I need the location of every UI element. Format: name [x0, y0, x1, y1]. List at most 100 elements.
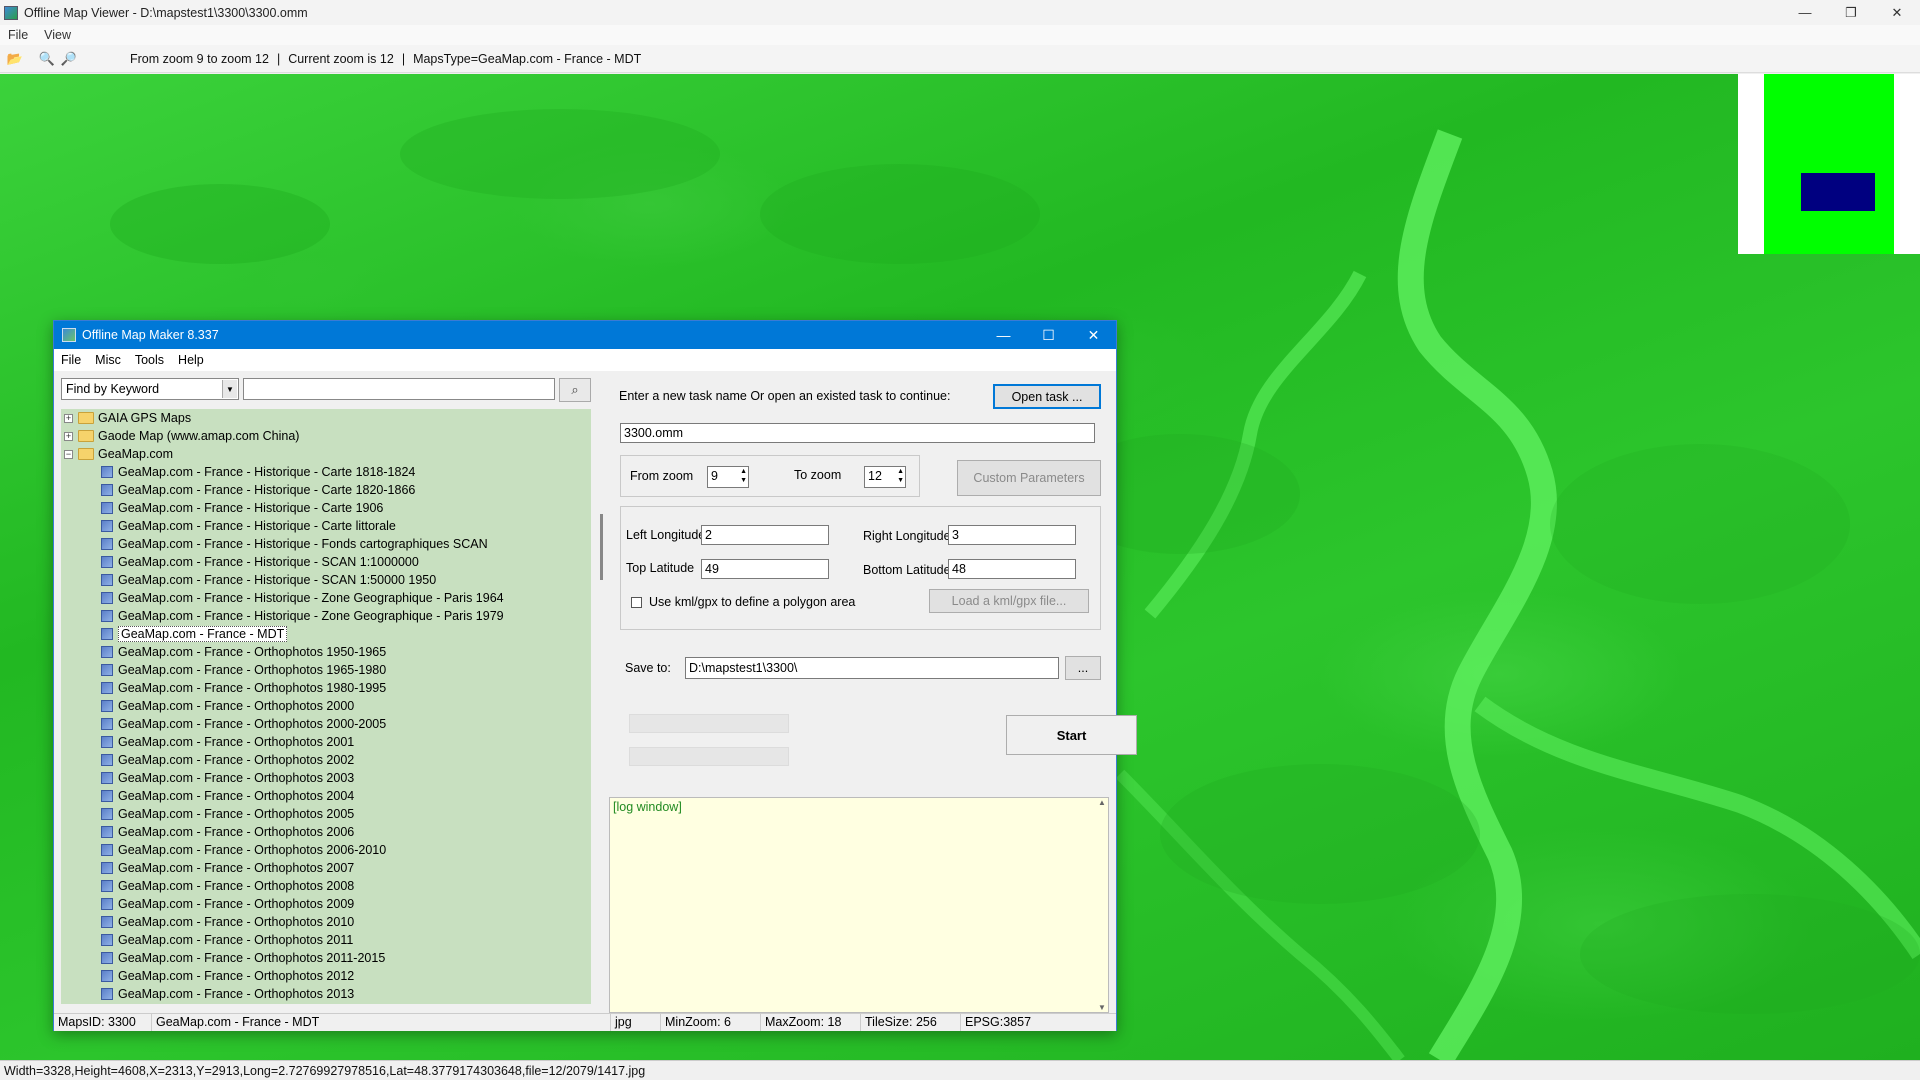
task-name-field[interactable] — [620, 423, 1095, 443]
tree-scrollbar[interactable] — [597, 409, 605, 1004]
spinner-arrows-icon[interactable]: ▲ ▼ — [897, 467, 904, 485]
expander-icon[interactable]: + — [64, 413, 73, 423]
map-icon — [101, 520, 113, 532]
scrollbar-thumb[interactable] — [600, 514, 603, 580]
zoom-out-icon[interactable]: 🔍 — [36, 48, 58, 70]
log-scrollbar[interactable]: ▲ ▼ — [1096, 798, 1108, 1012]
menu-view[interactable]: View — [36, 28, 79, 42]
from-zoom-spinner[interactable]: 9 ▲ ▼ — [707, 466, 749, 488]
tree-item[interactable]: GeaMap.com - France - Orthophotos 2014 — [61, 1003, 591, 1004]
tree-item[interactable]: GeaMap.com - France - Historique - Carte… — [61, 517, 591, 535]
tree-item[interactable]: GeaMap.com - France - Orthophotos 1965-1… — [61, 661, 591, 679]
folder-icon — [78, 412, 94, 424]
search-input[interactable] — [243, 378, 555, 400]
tree-item[interactable]: GeaMap.com - France - Orthophotos 2003 — [61, 769, 591, 787]
minimap-viewport[interactable] — [1801, 173, 1875, 211]
to-zoom-spinner[interactable]: 12 ▲ ▼ — [864, 466, 906, 488]
polygon-checkbox[interactable] — [631, 597, 642, 608]
maximize-icon[interactable]: ☐ — [1026, 321, 1071, 349]
expander-icon[interactable]: + — [64, 431, 73, 441]
tree-folder[interactable]: + Gaode Map (www.amap.com China) — [61, 427, 591, 445]
search-mode-select[interactable]: Find by Keyword ▼ — [61, 378, 239, 400]
map-icon — [101, 718, 113, 730]
save-path-field[interactable] — [685, 657, 1059, 679]
map-icon — [101, 628, 113, 640]
close-icon[interactable]: ✕ — [1874, 0, 1920, 25]
tree-item[interactable]: GeaMap.com - France - Historique - Carte… — [61, 481, 591, 499]
tree-item-label: GeaMap.com - France - Orthophotos 2010 — [118, 915, 355, 929]
right-longitude-label: Right Longitude — [863, 529, 951, 543]
tree-item-label: GeaMap.com - France - Orthophotos 2009 — [118, 897, 355, 911]
tree-item[interactable]: GeaMap.com - France - Orthophotos 2011 — [61, 931, 591, 949]
tree-item-label: GeaMap.com - France - Orthophotos 2012 — [118, 969, 355, 983]
tree-item[interactable]: GeaMap.com - France - MDT — [61, 625, 591, 643]
right-longitude-field[interactable] — [948, 525, 1076, 545]
tree-item[interactable]: GeaMap.com - France - Orthophotos 2011-2… — [61, 949, 591, 967]
zoom-in-icon[interactable]: 🔎 — [58, 48, 80, 70]
tree-item[interactable]: GeaMap.com - France - Orthophotos 1950-1… — [61, 643, 591, 661]
start-button[interactable]: Start — [1006, 715, 1137, 755]
app-icon — [4, 5, 18, 20]
folder-icon — [78, 430, 94, 442]
top-latitude-field[interactable] — [701, 559, 829, 579]
tree-item[interactable]: GeaMap.com - France - Orthophotos 2013 — [61, 985, 591, 1003]
tree-item[interactable]: GeaMap.com - France - Orthophotos 2005 — [61, 805, 591, 823]
custom-parameters-button[interactable]: Custom Parameters — [957, 460, 1101, 496]
tree-item[interactable]: GeaMap.com - France - Orthophotos 2000-2… — [61, 715, 591, 733]
left-longitude-field[interactable] — [701, 525, 829, 545]
tree-item[interactable]: GeaMap.com - France - Historique - SCAN … — [61, 571, 591, 589]
tree-item[interactable]: GeaMap.com - France - Orthophotos 2001 — [61, 733, 591, 751]
tree-item[interactable]: GeaMap.com - France - Orthophotos 2002 — [61, 751, 591, 769]
chevron-down-icon[interactable]: ▼ — [222, 380, 237, 398]
tree-item[interactable]: GeaMap.com - France - Historique - Carte… — [61, 463, 591, 481]
map-icon — [101, 790, 113, 802]
restore-icon[interactable]: ❐ — [1828, 0, 1874, 25]
search-button[interactable]: ⌕ — [559, 378, 591, 402]
menu-help[interactable]: Help — [171, 353, 211, 367]
tree-item[interactable]: GeaMap.com - France - Orthophotos 2012 — [61, 967, 591, 985]
search-icon: ⌕ — [571, 382, 579, 397]
tree-item[interactable]: GeaMap.com - France - Historique - SCAN … — [61, 553, 591, 571]
viewer-window-controls: — ❐ ✕ — [1782, 0, 1920, 25]
minimize-icon[interactable]: — — [1782, 0, 1828, 25]
spinner-arrows-icon[interactable]: ▲ ▼ — [740, 467, 747, 485]
tree-item-label: GeaMap.com - France - Orthophotos 2000 — [118, 699, 355, 713]
tree-item[interactable]: GeaMap.com - France - Historique - Zone … — [61, 607, 591, 625]
log-text: [log window] — [613, 800, 682, 814]
tree-item-label: GeaMap.com - France - Orthophotos 1965-1… — [118, 663, 387, 677]
tree-item[interactable]: GeaMap.com - France - Orthophotos 2009 — [61, 895, 591, 913]
browse-button[interactable]: ... — [1065, 656, 1101, 680]
menu-file[interactable]: File — [0, 28, 36, 42]
menu-misc[interactable]: Misc — [88, 353, 128, 367]
expander-icon[interactable]: − — [64, 449, 73, 459]
tree-item[interactable]: GeaMap.com - France - Orthophotos 2006-2… — [61, 841, 591, 859]
tree-item[interactable]: GeaMap.com - France - Orthophotos 2006 — [61, 823, 591, 841]
minimap[interactable] — [1738, 74, 1920, 254]
tree-item[interactable]: GeaMap.com - France - Historique - Fonds… — [61, 535, 591, 553]
close-icon[interactable]: ✕ — [1071, 321, 1116, 349]
viewer-menubar: File View — [0, 25, 1920, 45]
tree-item-label: GeaMap.com - France - Historique - Carte… — [118, 483, 416, 497]
open-folder-icon[interactable]: 📂 — [4, 48, 26, 70]
minimize-icon[interactable]: — — [981, 321, 1026, 349]
bottom-latitude-field[interactable] — [948, 559, 1076, 579]
menu-tools[interactable]: Tools — [128, 353, 171, 367]
tree-folder[interactable]: − GeaMap.com — [61, 445, 591, 463]
tree-item[interactable]: GeaMap.com - France - Orthophotos 1980-1… — [61, 679, 591, 697]
scroll-down-icon[interactable]: ▼ — [1098, 1003, 1106, 1012]
tree-item[interactable]: GeaMap.com - France - Orthophotos 2000 — [61, 697, 591, 715]
tree-item-label: GeaMap.com - France - Historique - Carte… — [118, 465, 416, 479]
tree-item[interactable]: GeaMap.com - France - Historique - Carte… — [61, 499, 591, 517]
map-source-tree[interactable]: + GAIA GPS Maps + Gaode Map (www.amap.com C… — [61, 409, 591, 1004]
tree-item[interactable]: GeaMap.com - France - Orthophotos 2007 — [61, 859, 591, 877]
tree-item[interactable]: GeaMap.com - France - Orthophotos 2008 — [61, 877, 591, 895]
load-kml-button[interactable]: Load a kml/gpx file... — [929, 589, 1089, 613]
open-task-button[interactable]: Open task ... — [993, 384, 1101, 409]
log-window[interactable]: [log window] ▲ ▼ — [609, 797, 1109, 1013]
tree-folder[interactable]: + GAIA GPS Maps — [61, 409, 591, 427]
scroll-up-icon[interactable]: ▲ — [1098, 798, 1106, 807]
menu-file[interactable]: File — [54, 353, 88, 367]
tree-item[interactable]: GeaMap.com - France - Orthophotos 2010 — [61, 913, 591, 931]
tree-item[interactable]: GeaMap.com - France - Orthophotos 2004 — [61, 787, 591, 805]
tree-item[interactable]: GeaMap.com - France - Historique - Zone … — [61, 589, 591, 607]
